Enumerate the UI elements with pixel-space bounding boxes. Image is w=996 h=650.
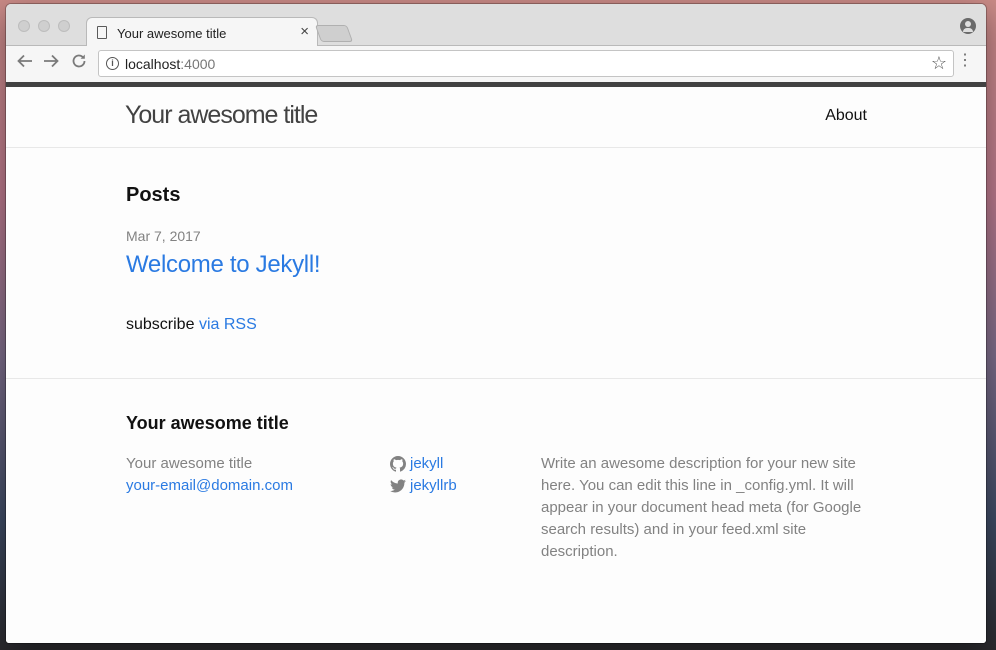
browser-window: Your awesome title × i localhost:4000 ☆ … [6,4,986,643]
address-bar[interactable]: i localhost:4000 ☆ [98,50,954,77]
zoom-window-button[interactable] [58,20,70,32]
posts-heading: Posts [126,184,181,206]
new-tab-button[interactable] [314,25,354,42]
footer-heading: Your awesome title [126,413,289,433]
nav-about-link[interactable]: About [825,107,867,125]
footer-description: Write an awesome description for your ne… [541,455,862,560]
star-icon[interactable]: ☆ [931,53,947,74]
footer-social: jekyll jekyllrb [390,453,457,497]
arrow-right-icon [44,54,59,68]
back-button[interactable] [16,52,34,76]
twitter-link[interactable]: jekyllrb [410,475,457,497]
tab-strip: Your awesome title × [6,4,986,47]
github-icon [390,456,406,472]
close-tab-icon[interactable]: × [300,23,309,40]
github-link[interactable]: jekyll [410,453,443,475]
footer-email-link[interactable]: your-email@domain.com [126,475,293,497]
site-footer: Your awesome title Your awesome title yo… [6,378,986,643]
twitter-row: jekyllrb [390,475,457,497]
kebab-menu-icon[interactable]: ⋮ [957,53,973,69]
forward-button[interactable] [42,52,60,76]
site-header: Your awesome title About [6,87,986,148]
browser-toolbar: i localhost:4000 ☆ ⋮ [6,46,986,82]
twitter-icon [390,479,406,493]
post-title-link[interactable]: Welcome to Jekyll! [126,251,321,279]
close-window-button[interactable] [18,20,30,32]
reload-button[interactable] [70,52,88,76]
info-icon[interactable]: i [106,57,119,70]
footer-site-name: Your awesome title [126,455,253,472]
web-page: Your awesome title About Posts Mar 7, 20… [6,82,986,643]
github-row: jekyll [390,453,457,475]
post-date: Mar 7, 2017 [126,228,201,244]
url-text[interactable]: localhost:4000 [125,56,215,72]
rss-link[interactable]: via RSS [199,316,257,333]
subscribe-line: subscribe via RSS [126,316,257,334]
reload-icon [72,54,86,68]
site-title-link[interactable]: Your awesome title [125,101,318,130]
subscribe-text: subscribe [126,316,195,333]
arrow-left-icon [17,54,32,68]
profile-icon[interactable] [960,18,976,34]
tab-title: Your awesome title [117,26,227,41]
minimize-window-button[interactable] [38,20,50,32]
browser-tab[interactable]: Your awesome title × [86,17,318,47]
page-icon [97,26,107,39]
footer-contact: Your awesome title your-email@domain.com [126,453,293,497]
